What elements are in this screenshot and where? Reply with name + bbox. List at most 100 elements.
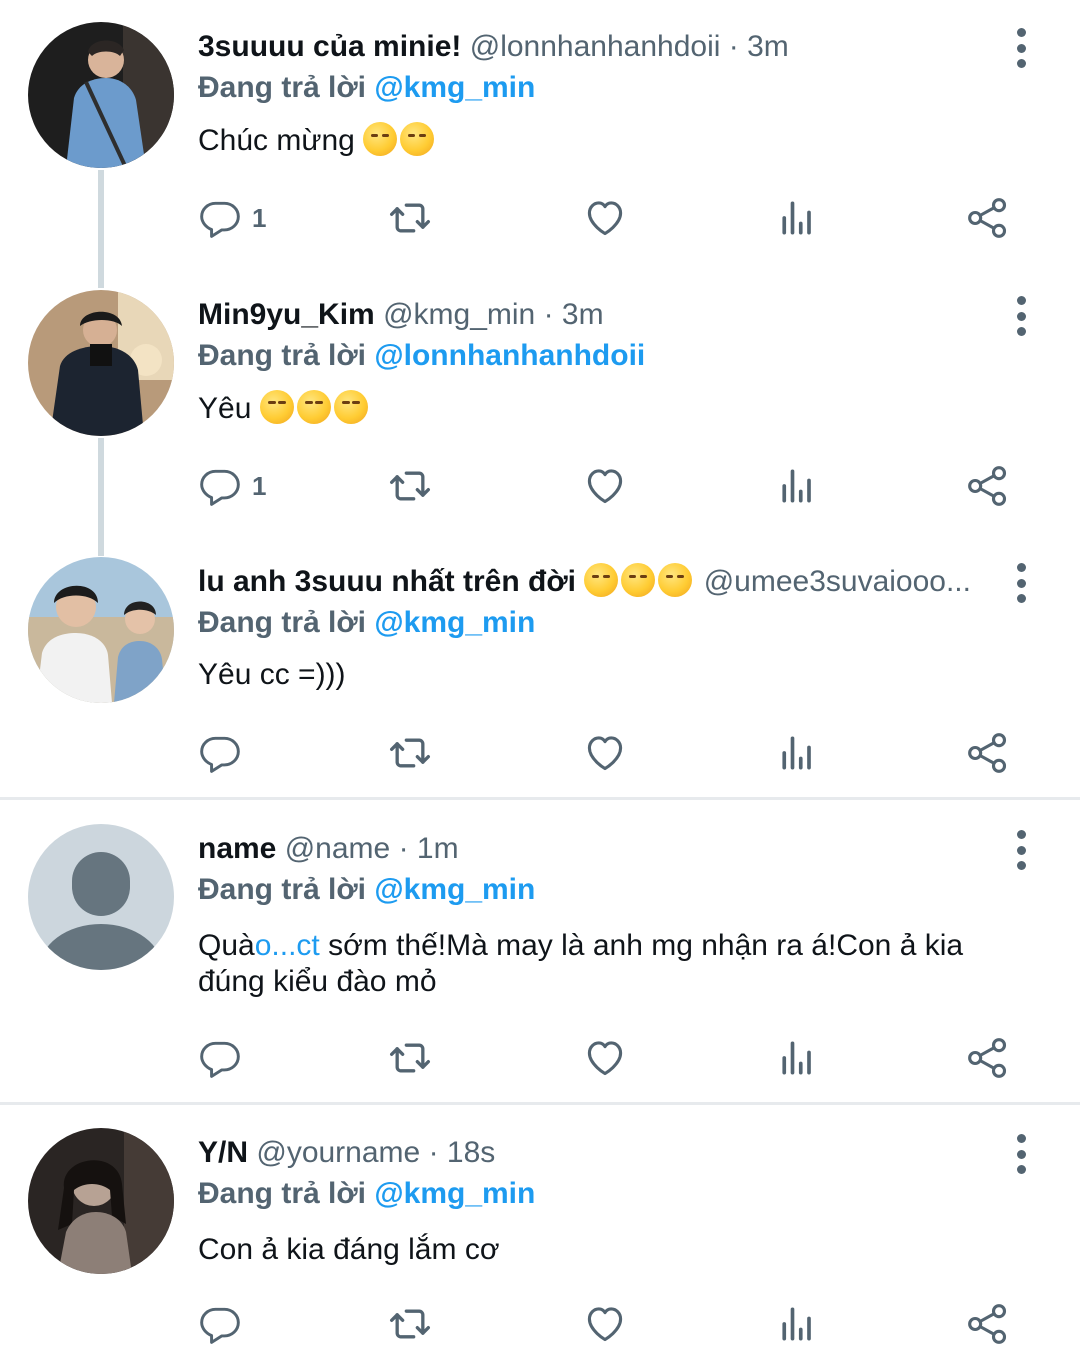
- views-button[interactable]: [776, 456, 820, 516]
- share-button[interactable]: [966, 1028, 1010, 1088]
- like-button[interactable]: [583, 723, 627, 783]
- replying-to: Đang trả lời @kmg_min: [198, 601, 535, 645]
- retweet-button[interactable]: [388, 723, 432, 783]
- like-button[interactable]: [583, 456, 627, 516]
- tweet-text: Quào...ct sớm thế!Mà may là anh mg nhận …: [198, 928, 1020, 1000]
- tweet[interactable]: Y/N @yourname · 18s Đang trả lời @kmg_mi…: [0, 1128, 1080, 1364]
- retweet-button[interactable]: [388, 456, 432, 516]
- default-avatar[interactable]: [28, 824, 174, 970]
- views-button[interactable]: [776, 1294, 820, 1354]
- mention-link[interactable]: @kmg_min: [374, 606, 535, 639]
- timestamp[interactable]: 1m: [417, 832, 459, 865]
- retweet-button[interactable]: [388, 1294, 432, 1354]
- display-name[interactable]: Y/N: [198, 1136, 248, 1169]
- views-icon: [776, 196, 820, 240]
- mention-link[interactable]: @lonnhanhanhdoii: [374, 339, 645, 372]
- handle[interactable]: @kmg_min: [383, 298, 535, 331]
- tweet-header: 3suuuu của minie! @lonnhanhanhdoii · 3m: [198, 22, 980, 72]
- timestamp[interactable]: 18s: [447, 1136, 495, 1169]
- share-button[interactable]: [966, 1294, 1010, 1354]
- views-icon: [776, 1036, 820, 1080]
- tweet-text-start: Quà: [198, 929, 255, 962]
- hugging-face-emoji: [584, 563, 619, 597]
- action-bar: 1: [198, 456, 1028, 516]
- like-icon: [583, 1302, 627, 1346]
- handle[interactable]: @yourname: [256, 1136, 420, 1169]
- more-icon[interactable]: [1006, 563, 1036, 603]
- reply-icon: [198, 464, 242, 508]
- tweet-link[interactable]: o...ct: [255, 929, 320, 962]
- reply-button[interactable]: [198, 1294, 242, 1354]
- timestamp[interactable]: 3m: [562, 298, 604, 331]
- replying-label: Đang trả lời: [198, 606, 367, 639]
- tweet-text-content: Yêu: [198, 392, 252, 425]
- share-button[interactable]: [966, 188, 1010, 248]
- kissing-face-emoji: [333, 390, 368, 424]
- kissing-face-emoji: [259, 390, 294, 424]
- mention-link[interactable]: @kmg_min: [374, 873, 535, 906]
- avatar[interactable]: [28, 22, 174, 168]
- more-icon[interactable]: [1006, 28, 1036, 68]
- avatar[interactable]: [28, 1128, 174, 1274]
- tweet[interactable]: Min9yu_Kim @kmg_min · 3m Đang trả lời @l…: [0, 290, 1080, 530]
- share-icon: [966, 1036, 1010, 1080]
- tweet[interactable]: lu anh 3suuu nhất trên đời @umee3suvaioo…: [0, 557, 1080, 797]
- handle[interactable]: @lonnhanhanhdoii: [470, 30, 721, 63]
- tweet[interactable]: 3suuuu của minie! @lonnhanhanhdoii · 3m …: [0, 22, 1080, 262]
- timestamp[interactable]: 3m: [747, 30, 789, 63]
- like-button[interactable]: [583, 188, 627, 248]
- like-button[interactable]: [583, 1294, 627, 1354]
- views-button[interactable]: [776, 188, 820, 248]
- retweet-button[interactable]: [388, 188, 432, 248]
- retweet-button[interactable]: [388, 1028, 432, 1088]
- views-icon: [776, 731, 820, 775]
- display-name[interactable]: Min9yu_Kim: [198, 298, 375, 331]
- tweet-text: Yêu cc =))): [198, 657, 1020, 693]
- display-name[interactable]: lu anh 3suuu nhất trên đời: [198, 565, 576, 598]
- like-icon: [583, 731, 627, 775]
- share-icon: [966, 1302, 1010, 1346]
- like-button[interactable]: [583, 1028, 627, 1088]
- hugging-face-emoji: [658, 563, 693, 597]
- like-icon: [583, 1036, 627, 1080]
- replying-to: Đang trả lời @kmg_min: [198, 66, 535, 110]
- action-bar: [198, 723, 1028, 783]
- display-name[interactable]: name: [198, 832, 276, 865]
- share-button[interactable]: [966, 723, 1010, 783]
- more-icon[interactable]: [1006, 296, 1036, 336]
- action-bar: [198, 1294, 1028, 1354]
- reply-button[interactable]: 1: [198, 456, 266, 516]
- separator-dot: ·: [728, 30, 739, 63]
- replying-to: Đang trả lời @kmg_min: [198, 868, 535, 912]
- reply-button[interactable]: [198, 723, 242, 783]
- more-icon[interactable]: [1006, 1134, 1036, 1174]
- retweet-icon: [388, 464, 432, 508]
- action-bar: 1: [198, 188, 1028, 248]
- replying-to: Đang trả lời @kmg_min: [198, 1172, 535, 1216]
- mention-link[interactable]: @kmg_min: [374, 71, 535, 104]
- views-button[interactable]: [776, 1028, 820, 1088]
- tweet-header: Min9yu_Kim @kmg_min · 3m: [198, 290, 980, 340]
- handle[interactable]: @name: [285, 832, 391, 865]
- replying-label: Đang trả lời: [198, 71, 367, 104]
- action-bar: [198, 1028, 1028, 1088]
- divider: [0, 1102, 1080, 1105]
- display-name[interactable]: 3suuuu của minie!: [198, 30, 461, 63]
- separator-dot: ·: [428, 1136, 439, 1169]
- avatar[interactable]: [28, 557, 174, 703]
- share-button[interactable]: [966, 456, 1010, 516]
- tweet[interactable]: name @name · 1m Đang trả lời @kmg_min Qu…: [0, 824, 1080, 1094]
- hugging-face-emoji: [621, 563, 656, 597]
- tweet-header: name @name · 1m: [198, 824, 980, 874]
- reply-count: 1: [252, 202, 267, 233]
- views-button[interactable]: [776, 723, 820, 783]
- handle[interactable]: @umee3suvaiooo...: [704, 565, 971, 598]
- avatar[interactable]: [28, 290, 174, 436]
- retweet-icon: [388, 731, 432, 775]
- reply-button[interactable]: 1: [198, 188, 266, 248]
- reply-button[interactable]: [198, 1028, 242, 1088]
- mention-link[interactable]: @kmg_min: [374, 1177, 535, 1210]
- like-icon: [583, 196, 627, 240]
- views-icon: [776, 464, 820, 508]
- more-icon[interactable]: [1006, 830, 1036, 870]
